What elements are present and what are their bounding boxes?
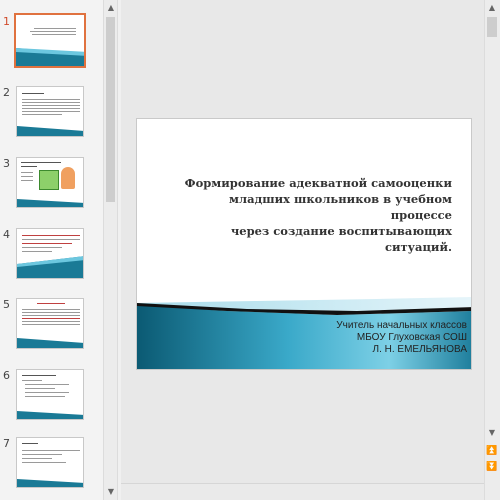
thumbnail-slide-6[interactable]: 6	[0, 369, 103, 429]
slide-subtitle[interactable]: Учитель начальных классов МБОУ Глуховска…	[336, 320, 467, 356]
thumbnail-number: 6	[3, 369, 10, 382]
next-slide-icon[interactable]: ⏬	[485, 460, 499, 474]
thumbnail-preview[interactable]	[16, 437, 84, 488]
thumbnail-number: 3	[3, 157, 10, 170]
thumbnail-number: 1	[3, 15, 10, 28]
thumbnail-slide-3[interactable]: 3	[0, 157, 103, 217]
thumbnail-preview[interactable]	[14, 13, 86, 68]
thumbnail-scrollbar[interactable]: ▲ ▼	[103, 0, 118, 500]
thumbnail-preview[interactable]	[16, 86, 84, 137]
slide-thumbnail-pane[interactable]: 1 2 3 4 5 6 7	[0, 0, 103, 500]
slide-title[interactable]: Формирование адекватной самооценки младш…	[167, 175, 452, 255]
scroll-down-arrow-icon[interactable]: ▼	[485, 426, 499, 440]
scrollbar-thumb[interactable]	[106, 17, 115, 202]
scroll-up-arrow-icon[interactable]: ▲	[485, 1, 499, 15]
slide-scrollbar[interactable]: ▲ ▼ ⏫ ⏬	[484, 0, 500, 500]
horizontal-scrollbar[interactable]	[121, 483, 484, 500]
thumbnail-slide-5[interactable]: 5	[0, 298, 103, 358]
thumbnail-preview[interactable]	[16, 228, 84, 279]
thumbnail-number: 5	[3, 298, 10, 311]
thumbnail-preview[interactable]	[16, 157, 84, 208]
thumbnail-preview[interactable]	[16, 298, 84, 349]
thumbnail-number: 7	[3, 437, 10, 450]
thumbnail-preview[interactable]	[16, 369, 84, 420]
scroll-down-arrow-icon[interactable]: ▼	[104, 485, 118, 499]
main-slide[interactable]: Формирование адекватной самооценки младш…	[136, 118, 472, 370]
thumbnail-slide-7[interactable]: 7	[0, 437, 103, 497]
thumbnail-number: 4	[3, 228, 10, 241]
thumbnail-number: 2	[3, 86, 10, 99]
thumbnail-slide-1[interactable]: 1	[0, 13, 103, 75]
thumbnail-slide-2[interactable]: 2	[0, 86, 103, 146]
scrollbar-thumb[interactable]	[487, 17, 497, 37]
previous-slide-icon[interactable]: ⏫	[485, 444, 499, 458]
scroll-up-arrow-icon[interactable]: ▲	[104, 1, 118, 15]
thumbnail-slide-4[interactable]: 4	[0, 228, 103, 288]
